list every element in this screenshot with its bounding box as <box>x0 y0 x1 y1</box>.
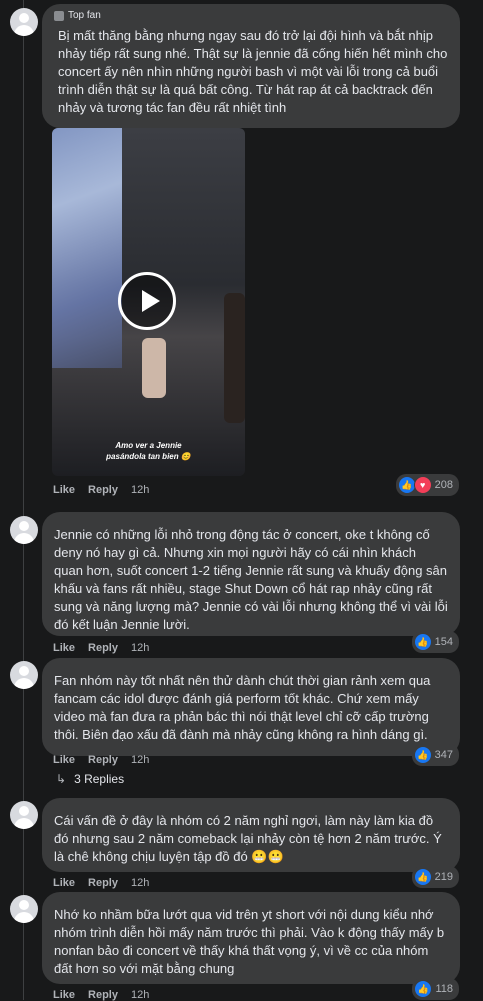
reply-button[interactable]: Reply <box>88 877 118 889</box>
timestamp: 12h <box>130 877 150 889</box>
replies-label: 3 Replies <box>74 772 125 786</box>
avatar[interactable] <box>10 516 38 544</box>
view-replies-link[interactable]: ↳ 3 Replies <box>56 772 124 786</box>
comment-text: Jennie có những lỗi nhỏ trong động tác ở… <box>54 527 448 632</box>
like-button[interactable]: Like <box>53 754 75 766</box>
reaction-summary[interactable]: 👍 219 <box>411 866 459 888</box>
reply-button[interactable]: Reply <box>88 754 118 766</box>
avatar[interactable] <box>10 801 38 829</box>
reply-button[interactable]: Reply <box>88 484 118 496</box>
timestamp: 12h <box>130 989 150 1001</box>
comment-bubble: Top fan Bị mất thăng bằng nhưng ngay sau… <box>42 4 460 128</box>
like-button[interactable]: Like <box>53 989 75 1001</box>
performer-figure <box>142 338 166 398</box>
comment-bubble: Jennie có những lỗi nhỏ trong động tác ở… <box>42 512 460 636</box>
reaction-summary[interactable]: 👍 118 <box>412 978 459 1000</box>
comment-bubble: Nhớ ko nhầm bữa lướt qua vid trên yt sho… <box>42 892 460 984</box>
heart-icon: ♥ <box>413 476 432 494</box>
reaction-count: 154 <box>434 636 453 648</box>
badge-label: Top fan <box>68 10 101 21</box>
reaction-summary[interactable]: 👍 ♥ 208 <box>395 474 459 496</box>
reply-arrow-icon: ↳ <box>56 772 67 786</box>
like-button[interactable]: Like <box>53 484 75 496</box>
comment-text: Nhớ ko nhầm bữa lướt qua vid trên yt sho… <box>54 907 445 976</box>
comment-bubble: Fan nhóm này tốt nhất nên thử dành chút … <box>42 658 460 756</box>
thumbs-up-icon: 👍 <box>397 476 416 494</box>
avatar[interactable] <box>10 661 38 689</box>
comment-actions: Like Reply 12h <box>53 484 149 496</box>
like-button[interactable]: Like <box>53 877 75 889</box>
thumbs-up-icon: 👍 <box>413 868 432 886</box>
comment-actions: Like Reply 12h <box>53 754 149 766</box>
reply-button[interactable]: Reply <box>88 642 118 654</box>
timestamp: 12h <box>130 642 150 654</box>
reaction-count: 208 <box>434 479 453 491</box>
comment-bubble: Cái vấn đề ở đây là nhóm có 2 năm nghỉ n… <box>42 798 460 872</box>
thumbs-up-icon: 👍 <box>414 980 433 998</box>
comment-text: Fan nhóm này tốt nhất nên thử dành chút … <box>54 673 431 742</box>
reply-button[interactable]: Reply <box>88 989 118 1001</box>
avatar[interactable] <box>10 895 38 923</box>
reaction-count: 347 <box>434 749 453 761</box>
comment-actions: Like Reply 12h <box>53 642 149 654</box>
reaction-count: 219 <box>434 871 453 883</box>
avatar[interactable] <box>10 8 38 36</box>
video-caption: Amo ver a Jennie pasándola tan bien 😊 <box>106 441 191 461</box>
reaction-summary[interactable]: 👍 347 <box>411 744 459 766</box>
stage-screen <box>52 128 122 368</box>
video-thumbnail[interactable]: Amo ver a Jennie pasándola tan bien 😊 <box>52 128 245 476</box>
play-icon[interactable] <box>118 272 176 330</box>
like-button[interactable]: Like <box>53 642 75 654</box>
comment-actions: Like Reply 12h <box>53 877 149 889</box>
timestamp: 12h <box>130 484 150 496</box>
performer-figure <box>224 293 245 423</box>
top-fan-badge: Top fan <box>54 10 448 21</box>
thumbs-up-icon: 👍 <box>413 633 432 651</box>
reaction-count: 118 <box>435 983 453 995</box>
timestamp: 12h <box>130 754 150 766</box>
reaction-summary[interactable]: 👍 154 <box>411 631 459 653</box>
comment-text: Cái vấn đề ở đây là nhóm có 2 năm nghỉ n… <box>54 813 442 864</box>
diamond-badge-icon <box>54 10 64 21</box>
thumbs-up-icon: 👍 <box>413 746 432 764</box>
thread-line <box>23 0 24 1000</box>
comment-actions: Like Reply 12h <box>53 989 149 1001</box>
comment-text: Bị mất thăng bằng nhưng ngay sau đó trở … <box>58 28 448 115</box>
